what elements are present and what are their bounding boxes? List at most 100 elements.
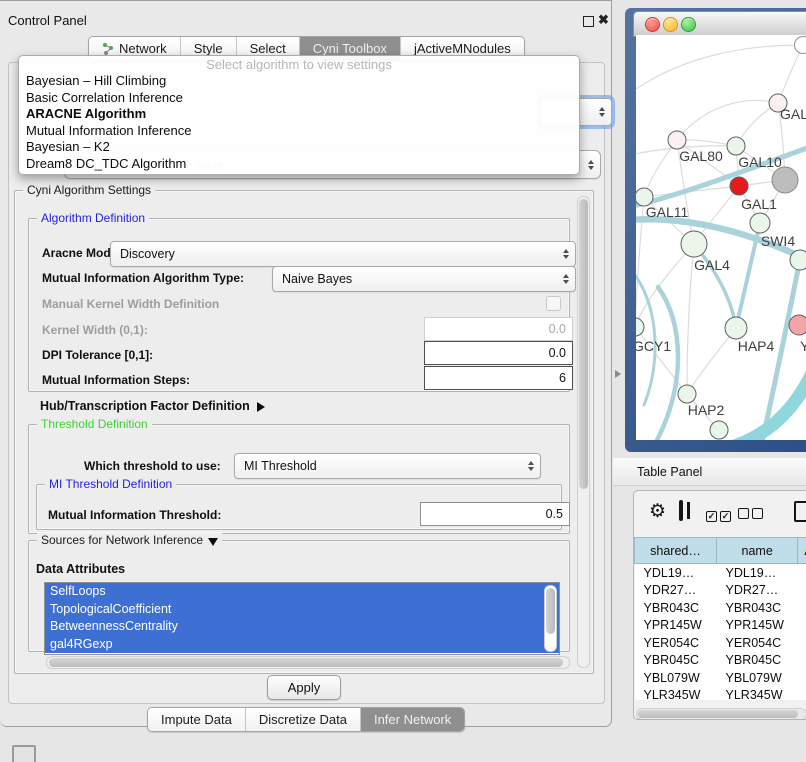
table-cell[interactable]: YER054C: [717, 634, 798, 652]
new-table-icon[interactable]: [794, 501, 806, 522]
algorithm-option-bayesian-k2[interactable]: Bayesian – K2: [19, 139, 579, 156]
network-node-salmon[interactable]: [789, 315, 806, 335]
network-node-green[interactable]: [727, 137, 745, 155]
table-row[interactable]: YER054CYER054C8.: [635, 634, 806, 652]
network-node-green[interactable]: [681, 231, 707, 257]
which-threshold-combo[interactable]: MI Threshold: [234, 453, 541, 479]
scrollbar-thumb[interactable]: [579, 199, 588, 489]
network-graph[interactable]: GALGAL80GAL10GAL1GAL11SWI4GAL4GCY1HAP4YH…: [636, 35, 806, 440]
table-cell[interactable]: YER054C: [635, 634, 717, 652]
network-node-green[interactable]: [750, 213, 770, 233]
attribute-item-betweennesscentrality[interactable]: BetweennessCentrality: [45, 618, 559, 636]
select-all-icon[interactable]: ✓✓: [706, 506, 731, 524]
table-cell[interactable]: YPR145W: [717, 617, 798, 635]
table-row[interactable]: YDR27…YDR27…12: [635, 582, 806, 600]
algorithm-option-dream8-dc-tdc-algorithm[interactable]: Dream8 DC_TDC Algorithm: [19, 156, 579, 173]
network-edge[interactable]: [636, 267, 655, 405]
table-cell[interactable]: 9.: [798, 687, 806, 701]
list-vertical-scrollbar[interactable]: [544, 585, 557, 652]
splitter-handle-icon[interactable]: [615, 370, 621, 378]
aracne-mode-combo[interactable]: Discovery: [110, 241, 576, 267]
zoom-traffic-light-icon[interactable]: [681, 17, 696, 32]
deselect-all-icon[interactable]: [738, 506, 763, 524]
network-node-green[interactable]: [636, 318, 644, 336]
network-node-green[interactable]: [790, 250, 806, 270]
attribute-item-topologicalcoefficient[interactable]: TopologicalCoefficient: [45, 601, 559, 619]
network-edge[interactable]: [636, 45, 803, 93]
network-canvas[interactable]: GALGAL80GAL10GAL1GAL11SWI4GAL4GCY1HAP4YH…: [636, 35, 806, 440]
scrollbar-thumb[interactable]: [638, 710, 798, 718]
table-cell[interactable]: YLR345W: [717, 687, 798, 701]
docked-panel-icon[interactable]: [12, 745, 36, 762]
column-header-name[interactable]: name: [717, 538, 798, 564]
table-cell[interactable]: YDR27…: [635, 582, 717, 600]
table-cell[interactable]: 8.: [798, 634, 806, 652]
column-header-a[interactable]: A: [798, 538, 806, 564]
apply-button[interactable]: Apply: [267, 675, 341, 700]
column-header-shared-[interactable]: shared…: [635, 538, 717, 564]
table-cell[interactable]: YBR045C: [635, 652, 717, 670]
network-node-green[interactable]: [725, 317, 747, 339]
table-cell[interactable]: 9.: [798, 652, 806, 670]
hub-section-toggle[interactable]: Hub/Transcription Factor Definition: [40, 399, 265, 413]
table-cell[interactable]: YBL079W: [635, 669, 717, 687]
settings-horizontal-scrollbar[interactable]: [46, 656, 570, 669]
manual-kernel-checkbox[interactable]: [546, 296, 561, 311]
mi-steps-field[interactable]: 6: [424, 366, 573, 390]
column-view-icon[interactable]: [679, 500, 683, 521]
close-window-icon[interactable]: ✖: [598, 12, 609, 28]
table-cell[interactable]: YLR345W: [635, 687, 717, 701]
kernel-width-field[interactable]: 0.0: [424, 317, 573, 341]
table-row[interactable]: YBL079WYBL079W: [635, 669, 806, 687]
table-cell[interactable]: YPR145W: [635, 617, 717, 635]
table-cell[interactable]: [798, 669, 806, 687]
attribute-item-gal4rgexp[interactable]: gal4RGexp: [45, 636, 559, 654]
tab-impute-data[interactable]: Impute Data: [148, 708, 245, 731]
algorithm-option-mutual-information-inference[interactable]: Mutual Information Inference: [19, 123, 579, 140]
network-node-gray[interactable]: [772, 167, 798, 193]
attribute-item-selfloops[interactable]: SelfLoops: [45, 583, 559, 601]
close-traffic-light-icon[interactable]: [645, 17, 660, 32]
table-cell[interactable]: YBR043C: [635, 599, 717, 617]
network-node-red[interactable]: [730, 177, 748, 195]
minimize-traffic-light-icon[interactable]: [663, 17, 678, 32]
network-edge[interactable]: [687, 244, 694, 394]
table-cell[interactable]: YBR043C: [717, 599, 798, 617]
dpi-tolerance-field[interactable]: 0.0: [424, 341, 573, 365]
mi-type-combo[interactable]: Naive Bayes: [272, 266, 576, 292]
settings-vertical-scrollbar[interactable]: [577, 196, 590, 668]
collapsed-arrow-icon[interactable]: [257, 402, 265, 412]
tab-discretize-data[interactable]: Discretize Data: [245, 708, 360, 731]
table-cell[interactable]: YDL19…: [717, 564, 798, 582]
table-cell[interactable]: YDR27…: [717, 582, 798, 600]
table-cell[interactable]: 13: [798, 564, 806, 582]
network-edge[interactable]: [677, 100, 778, 140]
float-window-icon[interactable]: [583, 16, 594, 27]
network-edge[interactable]: [656, 287, 678, 440]
network-node-green[interactable]: [710, 421, 728, 439]
network-node-pink[interactable]: [668, 131, 686, 149]
algorithm-option-aracne-algorithm[interactable]: ARACNE Algorithm: [19, 106, 579, 123]
table-cell[interactable]: 12: [798, 582, 806, 600]
data-attributes-list[interactable]: SelfLoopsTopologicalCoefficientBetweenne…: [44, 582, 560, 655]
table-cell[interactable]: YBL079W: [717, 669, 798, 687]
table-cell[interactable]: YDL19…: [635, 564, 717, 582]
network-node-white[interactable]: [795, 37, 806, 54]
network-window-titlebar[interactable]: [633, 11, 806, 37]
table-cell[interactable]: YBR045C: [717, 652, 798, 670]
table-row[interactable]: YDL19…YDL19…13: [635, 564, 806, 582]
expanded-arrow-icon[interactable]: [208, 538, 218, 546]
table-horizontal-scrollbar[interactable]: [636, 708, 806, 720]
network-edge[interactable]: [636, 244, 694, 327]
table-row[interactable]: YPR145WYPR145W9.: [635, 617, 806, 635]
table-row[interactable]: YLR345WYLR345W9.: [635, 687, 806, 701]
network-edge[interactable]: [687, 328, 736, 394]
table-cell[interactable]: 9.: [798, 617, 806, 635]
algorithm-option-bayesian-hill-climbing[interactable]: Bayesian – Hill Climbing: [19, 73, 579, 90]
scrollbar-thumb[interactable]: [49, 658, 563, 667]
scrollbar-thumb[interactable]: [546, 588, 555, 634]
algorithm-option-basic-correlation-inference[interactable]: Basic Correlation Inference: [19, 90, 579, 107]
tab-infer-network[interactable]: Infer Network: [360, 708, 464, 731]
node-table[interactable]: shared…nameAYDL19…YDL19…13YDR27…YDR27…12…: [634, 537, 806, 700]
gear-icon[interactable]: ⚙: [649, 502, 666, 521]
